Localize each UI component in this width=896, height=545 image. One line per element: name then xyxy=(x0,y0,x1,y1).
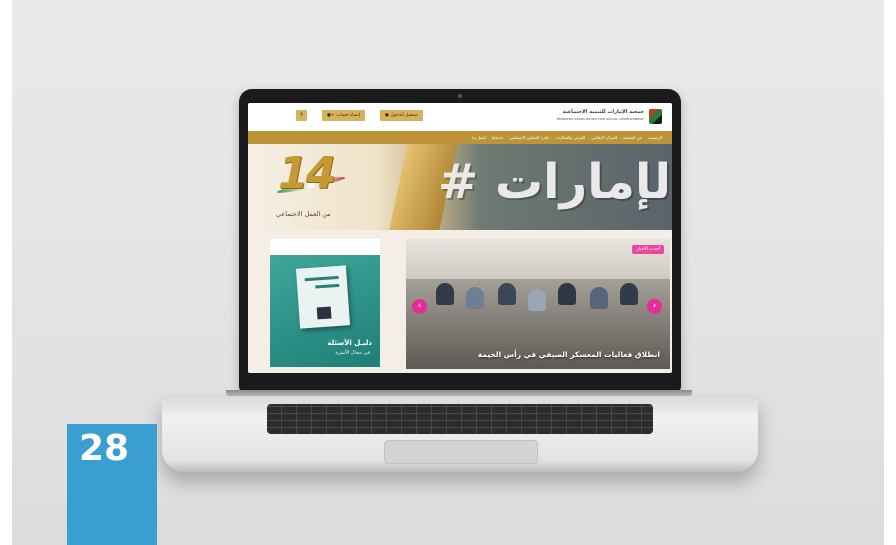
book-title: دليـل الأسئلة xyxy=(327,339,372,347)
add-user-icon: ●+ xyxy=(327,113,337,118)
slider-prev-arrow-icon[interactable]: ‹ xyxy=(412,299,427,314)
slider-next-arrow-icon[interactable]: › xyxy=(647,299,662,314)
nav-item-contact[interactable]: اتصل بنا xyxy=(472,135,486,140)
laptop-lid: جمعية الإمارات للتنمية الاجتماعية EMIRAT… xyxy=(239,89,681,391)
nav-item-media[interactable]: المركز الإعلامي xyxy=(591,135,617,140)
news-photo-person xyxy=(498,283,516,305)
book-cover-image xyxy=(295,265,351,329)
news-photo-person xyxy=(620,283,638,305)
banner-anniversary-number: 14 xyxy=(278,148,336,199)
news-photo-person xyxy=(466,287,484,309)
laptop-screen: جمعية الإمارات للتنمية الاجتماعية EMIRAT… xyxy=(248,103,672,373)
news-photo-person xyxy=(558,283,576,305)
logo-arabic-text: جمعية الإمارات للتنمية الاجتماعية xyxy=(562,109,644,115)
laptop-trackpad xyxy=(384,440,538,464)
nav-item-services[interactable]: خدماتنا xyxy=(492,135,503,140)
book-card-header xyxy=(270,239,380,255)
news-slider[interactable]: أحدث الأخبار ‹ › انطلاق فعاليات المعسكر … xyxy=(406,239,670,369)
banner-subtitle: من العمل الاجتماعي xyxy=(276,210,331,218)
login-button[interactable]: ● تسجيل الدخول xyxy=(380,110,424,121)
search-icon: ⚲ xyxy=(300,113,304,118)
book-promo-card[interactable]: دليـل الأسئلة في مجال الأسرة xyxy=(270,239,380,367)
nav-item-events[interactable]: الفرص والفعاليات xyxy=(556,135,586,140)
site-header: جمعية الإمارات للتنمية الاجتماعية EMIRAT… xyxy=(248,103,672,131)
book-subtitle: في مجال الأسرة xyxy=(335,350,370,356)
hero-banner[interactable]: # جمعية الإمارات 14 من العمل الاجتماعي xyxy=(248,144,672,230)
logo-english-text: EMIRATES ASSOCIATION FOR SOCIAL DEVELOPM… xyxy=(556,117,644,121)
news-headline[interactable]: انطلاق فعاليات المعسكر الصيفي في رأس الخ… xyxy=(478,350,660,359)
news-photo-person xyxy=(528,289,546,311)
site-logo[interactable]: جمعية الإمارات للتنمية الاجتماعية EMIRAT… xyxy=(552,109,662,125)
camera-dot xyxy=(458,94,462,98)
register-label: إنشاء حساب xyxy=(336,113,360,118)
nav-item-award[interactable]: جائزة التمكين الاجتماعي xyxy=(509,135,549,140)
banner-hashtag: # جمعية الإمارات xyxy=(438,154,672,210)
nav-item-home[interactable]: الرئيسية xyxy=(648,135,662,140)
news-photo-person xyxy=(590,287,608,309)
laptop-base xyxy=(162,396,758,472)
page-number: 28 xyxy=(79,428,130,469)
page-number-box: 28 xyxy=(67,424,157,545)
main-nav: الرئيسية عن الجمعية المركز الإعلامي الفر… xyxy=(248,131,672,144)
nav-item-about[interactable]: عن الجمعية xyxy=(623,135,642,140)
login-label: تسجيل الدخول xyxy=(390,113,419,118)
search-button[interactable]: ⚲ xyxy=(296,110,308,121)
laptop-keyboard xyxy=(267,404,653,434)
register-button[interactable]: ●+ إنشاء حساب xyxy=(322,110,365,121)
news-photo-person xyxy=(436,283,454,305)
news-photo-wall xyxy=(406,239,670,279)
latest-news-badge: أحدث الأخبار xyxy=(632,245,664,254)
logo-mark-icon xyxy=(649,109,662,124)
